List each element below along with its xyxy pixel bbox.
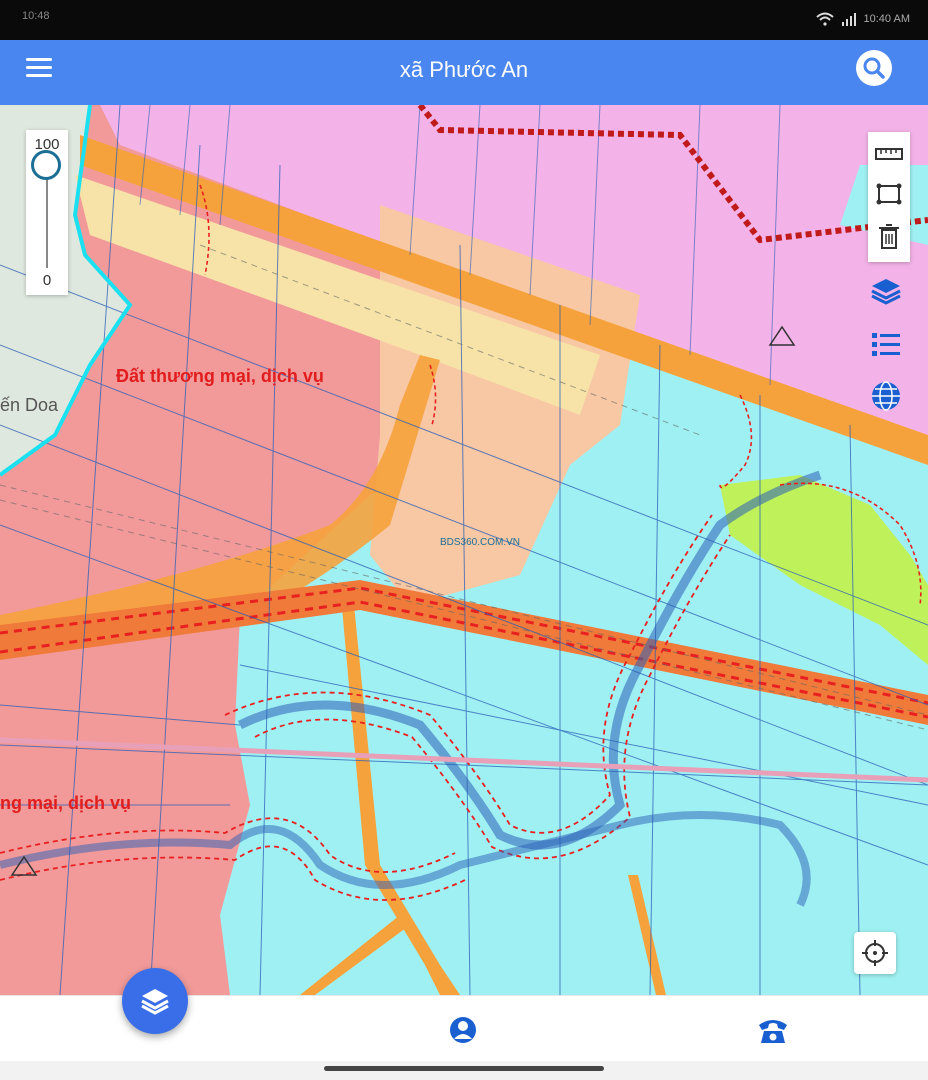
crosshair-icon [862, 940, 888, 966]
map-canvas[interactable] [0, 105, 928, 995]
layers-icon [141, 989, 169, 1015]
area-measure-icon [876, 183, 902, 205]
measure-tool-panel [868, 132, 910, 262]
profile-button[interactable] [446, 1013, 480, 1047]
basemap-button[interactable] [868, 378, 904, 414]
zoom-slider[interactable]: 100 0 [26, 130, 68, 295]
legend-button[interactable] [868, 326, 904, 362]
ruler-icon [875, 148, 903, 160]
status-clock: 10:40 AM [863, 13, 910, 25]
wifi-icon [815, 12, 834, 26]
zoom-knob[interactable] [31, 150, 61, 180]
ruler-button[interactable] [873, 138, 905, 170]
search-button[interactable] [856, 50, 892, 86]
layers-fab-button[interactable] [122, 968, 188, 1034]
phone-icon [759, 1020, 787, 1043]
zone-label: ng mại, dịch vụ [0, 793, 132, 813]
home-indicator[interactable] [324, 1066, 604, 1071]
status-bar: 10:48 10:40 AM [0, 0, 928, 40]
delete-button[interactable] [873, 220, 905, 252]
zone-label: Đất thương mại, dịch vụ [116, 366, 324, 386]
call-button[interactable] [756, 1013, 790, 1047]
place-label: ến Doa [0, 395, 59, 415]
globe-icon [872, 381, 900, 411]
signal-icon [841, 13, 856, 26]
layers-button[interactable] [868, 273, 904, 309]
locate-button[interactable] [854, 932, 896, 974]
status-icons: 10:40 AM [815, 12, 910, 26]
legend-list-icon [872, 333, 900, 356]
search-icon [863, 57, 885, 79]
zoom-min-label: 0 [42, 272, 52, 289]
app-header: xã Phước An [0, 40, 928, 105]
trash-icon [879, 224, 899, 249]
page-title: xã Phước An [399, 57, 529, 82]
area-measure-button[interactable] [873, 178, 905, 210]
planning-map[interactable]: ến Doa Đất thương mại, dịch vụ ng mại, d… [0, 105, 928, 995]
user-icon [450, 1017, 476, 1043]
watermark-label: BDS360.COM.VN [440, 537, 521, 548]
status-time: 10:48 [22, 10, 50, 22]
layers-icon [871, 279, 901, 305]
